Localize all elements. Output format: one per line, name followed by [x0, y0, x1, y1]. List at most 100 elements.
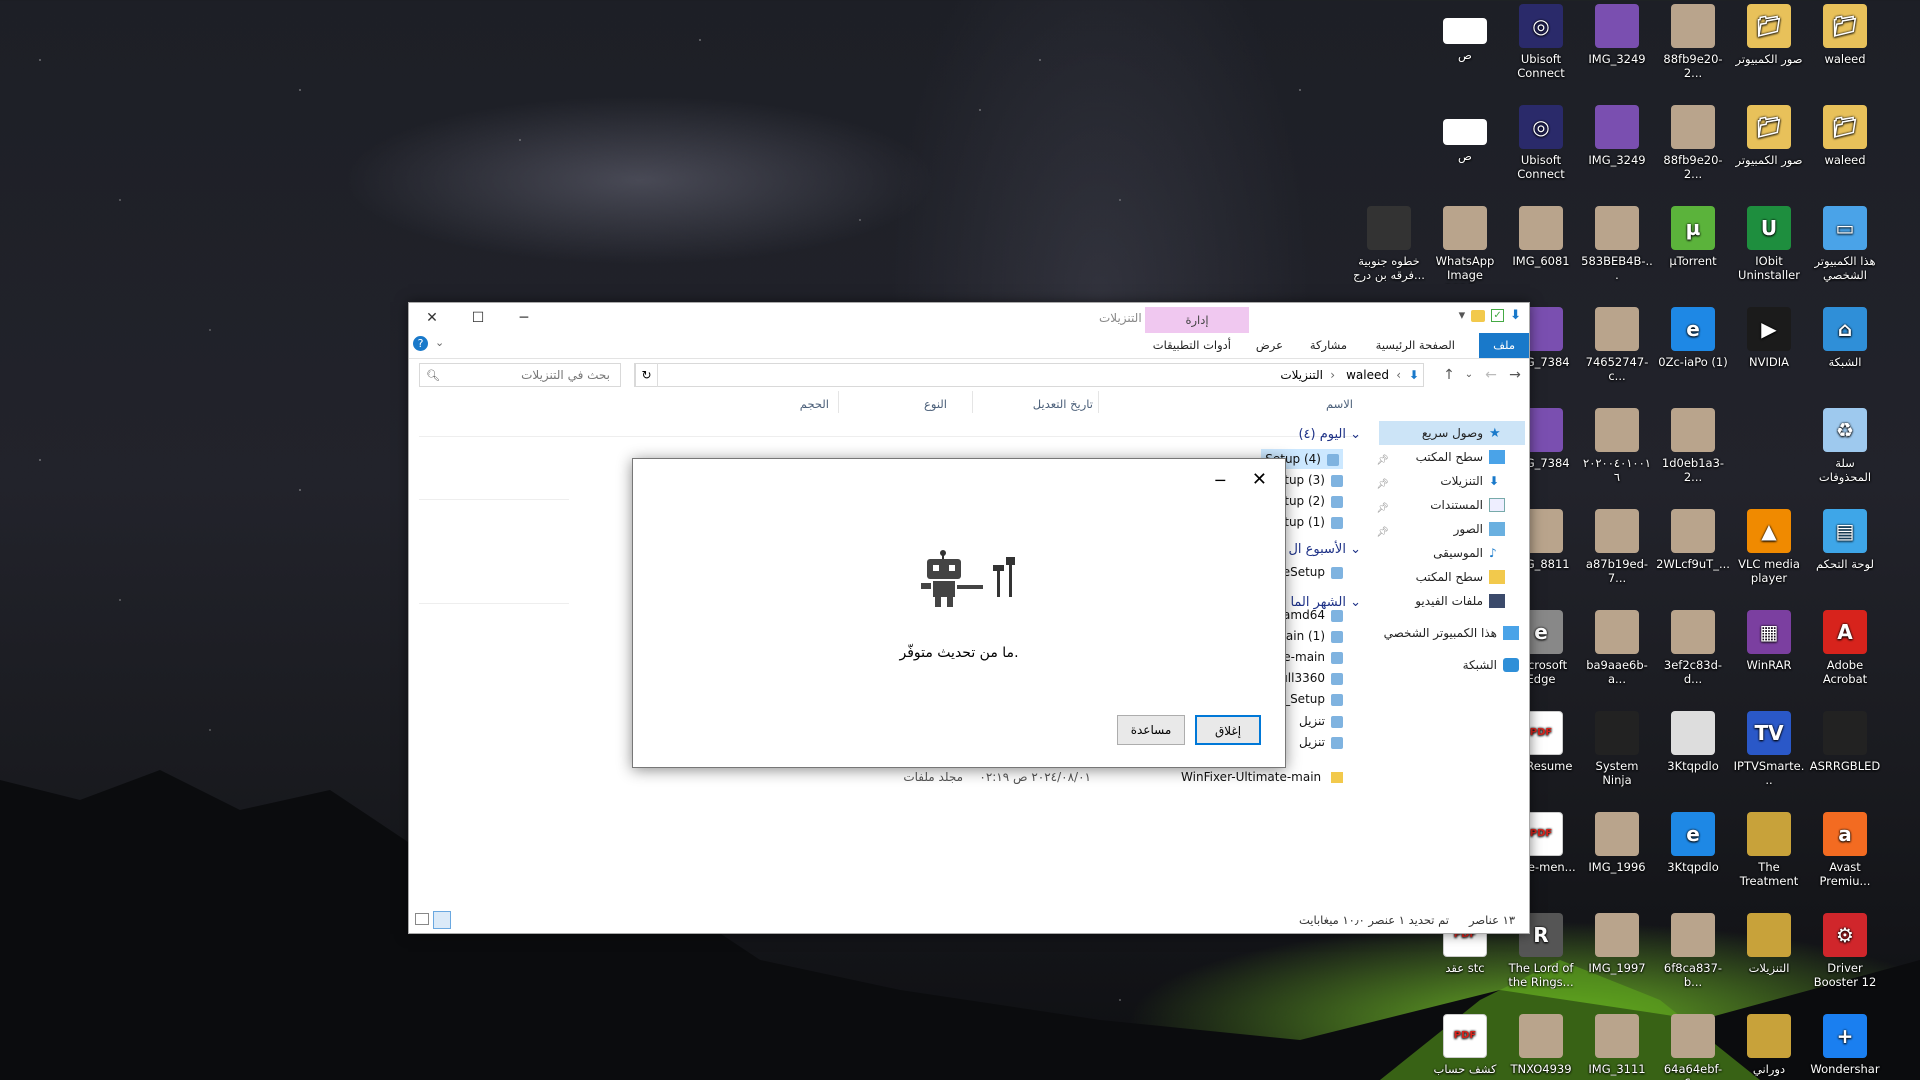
file-row[interactable]: تنزيل [1299, 732, 1343, 752]
desktop-icon-control[interactable]: ▤ لوحة التحكم [1808, 501, 1882, 597]
tab-view[interactable]: عرض [1248, 336, 1291, 354]
tab-share[interactable]: مشاركة [1302, 336, 1355, 354]
desktop-icon-vlc[interactable]: ▲ VLC media player [1732, 501, 1806, 597]
desktop-icon-video[interactable]: خطوه جنوبية فرقه بن درج... [1352, 198, 1426, 294]
close-button[interactable]: إغلاق [1195, 715, 1261, 745]
desktop-icon-utorrent[interactable]: µ µTorrent [1656, 198, 1730, 294]
column-header-type[interactable]: النوع [924, 397, 947, 411]
desktop-icon-phone[interactable]: 3Ktqpdlo [1656, 703, 1730, 799]
checkbox-icon[interactable]: ✓ [1491, 309, 1505, 322]
minimize-dialog-button[interactable]: ─ [1215, 471, 1225, 490]
desktop-icon-avast[interactable]: a Avast Premiu... [1808, 804, 1882, 900]
desktop-icon-photo[interactable]: WhatsApp Image 2020... [1428, 198, 1502, 294]
file-row[interactable]: تنزيل [1299, 711, 1343, 731]
column-header-size[interactable]: الحجم [800, 397, 829, 411]
desktop-icon-photo[interactable]: 1d0eb1a3-2... [1656, 400, 1730, 496]
desktop-icon-photo[interactable]: 3ef2c83d-d... [1656, 602, 1730, 698]
desktop-icon-photo[interactable]: ٢٠٢٠٠٤٠١٠٠١٦ [1580, 400, 1654, 496]
details-view-icon[interactable] [415, 913, 429, 925]
desktop-icon-folder[interactable]: 📁︎ صور الكمبيوتر [1732, 97, 1806, 193]
desktop-icon-photo[interactable]: 6f8ca837-b... [1656, 905, 1730, 1001]
desktop-icon-photo[interactable]: 88fb9e20-2... [1656, 0, 1730, 92]
back-arrow-icon[interactable]: → [1505, 365, 1525, 385]
nav-music[interactable]: الموسيقى ♪ [1433, 542, 1505, 564]
desktop-icon-network[interactable]: ⌂ الشبكة [1808, 299, 1882, 395]
desktop-icon-recycle[interactable]: ♻ سلة المحذوفات [1808, 400, 1882, 496]
nav-desktop-2[interactable]: سطح المكتب [1416, 566, 1505, 588]
group-last-week[interactable]: الأسبوع ال ⌄ [1288, 542, 1361, 557]
nav-downloads[interactable]: التنزيلات ⬇ [1440, 470, 1505, 492]
desktop-icon-photo[interactable]: IMG_1997 [1580, 905, 1654, 1001]
desktop-icon-photo[interactable]: TNXO4939 [1504, 1006, 1578, 1080]
desktop-icon-folder[interactable]: 📁︎ صور الكمبيوتر [1732, 0, 1806, 92]
up-arrow-icon[interactable]: ↑ [1439, 365, 1459, 385]
ribbon-expand-icon[interactable]: ⌄ [435, 336, 444, 349]
nav-quick-access[interactable]: وصول سريع ★ [1422, 422, 1505, 444]
desktop-icon-photo[interactable]: IMG_1996 [1580, 804, 1654, 900]
desktop-icon-iobit[interactable]: U IObit Uninstaller [1732, 198, 1806, 294]
search-box[interactable]: 🔍︎ بحث في التنزيلات [419, 363, 621, 387]
desktop-icon-ubisoft[interactable]: ◎ Ubisoft Connect [1504, 97, 1578, 193]
desktop-icon-photo[interactable]: 2WLcf9uT_... [1656, 501, 1730, 597]
breadcrumb-current[interactable]: التنزيلات [1280, 368, 1323, 382]
close-window-button[interactable]: ✕ [409, 303, 455, 333]
nav-this-pc[interactable]: هذا الكمبيوتر الشخصي [1384, 622, 1519, 644]
maximize-button[interactable]: ☐ [455, 303, 501, 333]
close-dialog-button[interactable]: ✕ [1252, 469, 1267, 490]
desktop-icon-book[interactable]: التنزيلات [1732, 905, 1806, 1001]
address-bar[interactable]: ⌄ ⬇ ‹ waleed › التنزيلات [634, 363, 1424, 387]
desktop-icon-ubisoft[interactable]: ◎ Ubisoft Connect [1504, 0, 1578, 92]
desktop-icon-photo[interactable]: 88fb9e20-2... [1656, 97, 1730, 193]
tab-app-tools[interactable]: أدوات التطبيقات [1145, 336, 1239, 354]
nav-network[interactable]: الشبكة [1463, 654, 1519, 676]
title-bar[interactable]: ✕ ☐ ─ التنزيلات إدارة ▾ ✓ ⬇ [409, 303, 1529, 333]
desktop-icon-image[interactable]: IMG_3249 [1580, 0, 1654, 92]
nav-videos[interactable]: ملفات الفيديو [1415, 590, 1505, 612]
nav-desktop[interactable]: سطح المكتب [1416, 446, 1505, 468]
file-row-winfixer[interactable]: WinFixer-Ultimate-main [1181, 767, 1343, 787]
dropdown-icon[interactable]: ▾ [1459, 308, 1466, 323]
tab-file[interactable]: ملف [1479, 333, 1529, 358]
update-dialog[interactable]: ─ ✕ ما من تحديث متوفّر. إغلاق مساعدة [632, 458, 1286, 768]
desktop-icon-folder[interactable]: 📁︎ waleed [1808, 0, 1882, 92]
desktop-icon-nvidia[interactable]: ▶ NVIDIA [1732, 299, 1806, 395]
help-button[interactable]: مساعدة [1117, 715, 1185, 745]
desktop-icon-photo[interactable]: 64a64ebf-6... [1656, 1006, 1730, 1080]
help-icon[interactable]: ? [413, 336, 428, 351]
desktop-icon-photo[interactable]: IMG_3111 [1580, 1006, 1654, 1080]
desktop-icon-book[interactable]: The Treatment (... [1732, 804, 1806, 900]
desktop-icon-book[interactable]: دوراني [1732, 1006, 1806, 1080]
minimize-button[interactable]: ─ [501, 303, 547, 333]
desktop-icon-ie[interactable]: e 0Zc-iaPo (1) [1656, 299, 1730, 395]
desktop-icon-ninja[interactable]: System Ninja [1580, 703, 1654, 799]
desktop-icon-blank[interactable]: ص [1428, 97, 1502, 193]
desktop-icon-acrobat[interactable]: A Adobe Acrobat [1808, 602, 1882, 698]
column-header-name[interactable]: الاسم [1326, 397, 1353, 411]
breadcrumb-root[interactable]: waleed [1346, 368, 1389, 382]
group-today[interactable]: اليوم (٤) ⌄ [1298, 427, 1361, 442]
desktop-icon-photo[interactable]: a87b19ed-7... [1580, 501, 1654, 597]
desktop-icon-photo[interactable]: 74652747-c... [1580, 299, 1654, 395]
desktop-icon-driver[interactable]: ⚙ Driver Booster 12 [1808, 905, 1882, 1001]
nav-documents[interactable]: المستندات [1430, 494, 1505, 516]
recent-dropdown-icon[interactable]: ⌄ [1459, 365, 1479, 385]
desktop-icon-blank[interactable]: ص [1428, 0, 1502, 92]
refresh-button[interactable]: ↻ [635, 363, 657, 387]
desktop-icon-iptv[interactable]: TV IPTVSmarte... [1732, 703, 1806, 799]
tab-home[interactable]: الصفحة الرئيسية [1368, 336, 1463, 354]
desktop-icon-photo[interactable]: 583BEB4B-... [1580, 198, 1654, 294]
desktop-icon-photo[interactable]: IMG_6081 [1504, 198, 1578, 294]
desktop-icon-asrock[interactable]: ASRRGBLED [1808, 703, 1882, 799]
desktop-icon-wonder[interactable]: + Wondershare [1808, 1006, 1882, 1080]
desktop-icon-pdf[interactable]: PDF كشف حساب [1428, 1006, 1502, 1080]
desktop-icon-image[interactable]: IMG_3249 [1580, 97, 1654, 193]
desktop-icon-winrar[interactable]: ▦ WinRAR [1732, 602, 1806, 698]
column-header-date[interactable]: تاريخ التعديل [1033, 397, 1093, 411]
desktop-icon-photo[interactable]: ba9aae6b-a... [1580, 602, 1654, 698]
nav-pictures[interactable]: الصور [1454, 518, 1505, 540]
manage-context-tab[interactable]: إدارة [1145, 307, 1249, 333]
desktop-icon-ie[interactable]: e 3Ktqpdlo [1656, 804, 1730, 900]
forward-arrow-icon[interactable]: ← [1481, 365, 1501, 385]
large-icons-view-icon[interactable] [433, 911, 451, 929]
desktop-icon-folder[interactable]: 📁︎ waleed [1808, 97, 1882, 193]
